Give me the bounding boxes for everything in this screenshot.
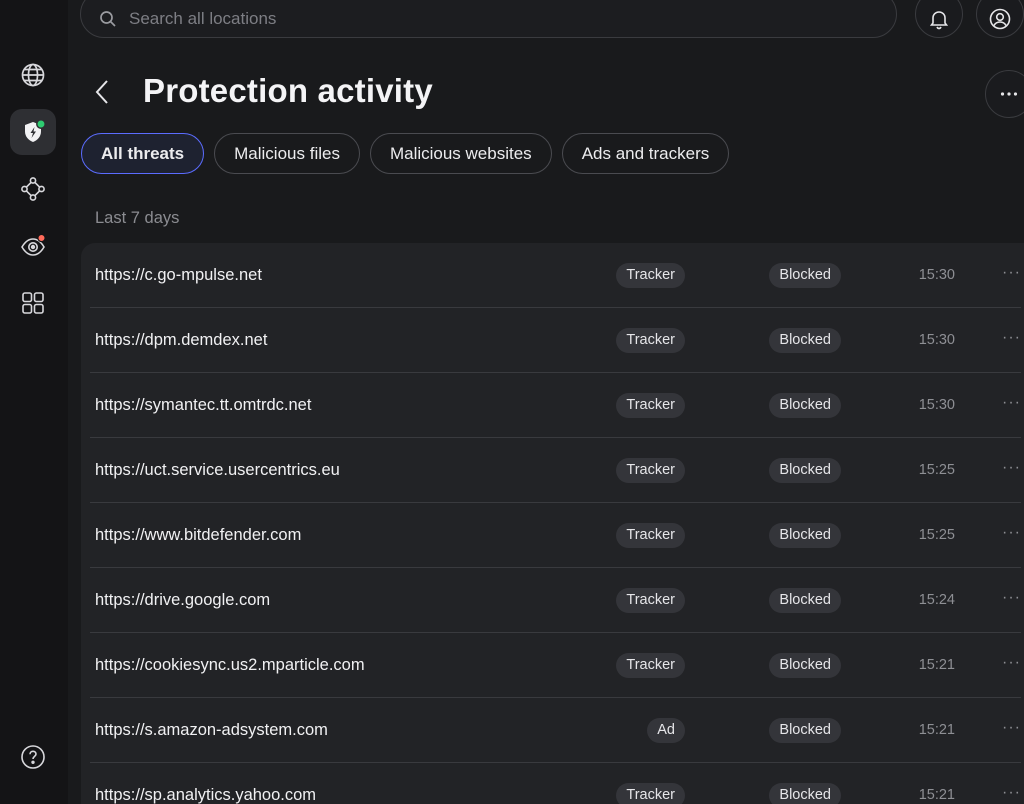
- threat-type-badge: Tracker: [616, 458, 685, 483]
- status-badge: Blocked: [769, 263, 841, 288]
- threat-type-badge: Tracker: [616, 783, 685, 804]
- status-badge: Blocked: [769, 393, 841, 418]
- list-item[interactable]: https://www.bitdefender.com Tracker Bloc…: [81, 503, 1024, 568]
- search-input[interactable]: [129, 9, 829, 29]
- page-title: Protection activity: [143, 72, 433, 109]
- threat-type-badge: Tracker: [616, 328, 685, 353]
- list-item-time: 15:21: [918, 657, 955, 673]
- activity-list: https://c.go-mpulse.net Tracker Blocked …: [81, 243, 1024, 804]
- list-item[interactable]: https://symantec.tt.omtrdc.net Tracker B…: [81, 373, 1024, 438]
- list-item-url: https://drive.google.com: [95, 591, 271, 609]
- sidebar: [0, 0, 68, 804]
- list-item[interactable]: https://drive.google.com Tracker Blocked…: [81, 568, 1024, 633]
- tab-ads-and-trackers[interactable]: Ads and trackers: [561, 133, 730, 174]
- list-item[interactable]: https://s.amazon-adsystem.com Ad Blocked…: [81, 698, 1024, 763]
- list-item-time: 15:30: [918, 267, 955, 283]
- row-more-options-icon[interactable]: ···: [1002, 568, 1021, 633]
- list-item-time: 15:30: [918, 397, 955, 413]
- list-item-url: https://www.bitdefender.com: [95, 526, 302, 544]
- bell-icon: [929, 11, 949, 30]
- list-item-url: https://s.amazon-adsystem.com: [95, 721, 328, 739]
- row-more-options-icon[interactable]: ···: [1002, 503, 1021, 568]
- filter-tabs: All threats Malicious files Malicious we…: [81, 133, 730, 174]
- tab-all-threats[interactable]: All threats: [81, 133, 205, 174]
- page-more-options-button[interactable]: [985, 70, 1024, 118]
- sidebar-item-network[interactable]: [10, 166, 56, 212]
- list-item[interactable]: https://sp.analytics.yahoo.com Tracker B…: [81, 763, 1024, 804]
- threat-type-badge: Tracker: [616, 653, 685, 678]
- threat-type-badge: Tracker: [616, 263, 685, 288]
- threat-type-badge: Tracker: [616, 523, 685, 548]
- row-more-options-icon[interactable]: ···: [1002, 438, 1021, 503]
- shield-icon: [25, 119, 46, 142]
- list-item-time: 15:21: [918, 722, 955, 738]
- list-item-url: https://c.go-mpulse.net: [95, 266, 262, 284]
- search-bar[interactable]: [80, 0, 897, 38]
- status-badge: Blocked: [769, 458, 841, 483]
- row-more-options-icon[interactable]: ···: [1002, 308, 1021, 373]
- list-item-url: https://symantec.tt.omtrdc.net: [95, 396, 312, 414]
- sidebar-item-protection[interactable]: [10, 109, 56, 155]
- search-icon: [100, 11, 116, 27]
- row-more-options-icon[interactable]: ···: [1002, 698, 1021, 763]
- status-badge: Blocked: [769, 718, 841, 743]
- user-avatar-icon: [989, 8, 1011, 30]
- list-item-time: 15:25: [918, 462, 955, 478]
- section-label: Last 7 days: [95, 209, 180, 227]
- list-item-url: https://dpm.demdex.net: [95, 331, 268, 349]
- status-badge: Blocked: [769, 523, 841, 548]
- status-badge: Blocked: [769, 588, 841, 613]
- eye-icon: [21, 233, 46, 256]
- back-button[interactable]: [88, 74, 116, 110]
- help-button[interactable]: [10, 734, 56, 780]
- list-item-url: https://sp.analytics.yahoo.com: [95, 786, 317, 804]
- tab-malicious-websites[interactable]: Malicious websites: [369, 133, 552, 174]
- notifications-button[interactable]: [915, 0, 963, 38]
- list-item[interactable]: https://cookiesync.us2.mparticle.com Tra…: [81, 633, 1024, 698]
- list-item[interactable]: https://uct.service.usercentrics.eu Trac…: [81, 438, 1024, 503]
- status-badge: Blocked: [769, 783, 841, 804]
- list-item-time: 15:24: [918, 592, 955, 608]
- sidebar-item-privacy[interactable]: [10, 52, 56, 98]
- account-button[interactable]: [976, 0, 1024, 38]
- sidebar-item-privacy-monitor[interactable]: [10, 223, 56, 269]
- threat-type-badge: Tracker: [616, 588, 685, 613]
- list-item-url: https://uct.service.usercentrics.eu: [95, 461, 340, 479]
- list-item[interactable]: https://c.go-mpulse.net Tracker Blocked …: [81, 243, 1024, 308]
- row-more-options-icon[interactable]: ···: [1002, 633, 1021, 698]
- threat-type-badge: Tracker: [616, 393, 685, 418]
- row-more-options-icon[interactable]: ···: [1002, 763, 1021, 804]
- status-badge: Blocked: [769, 328, 841, 353]
- more-horizontal-icon: [1000, 92, 1018, 96]
- tab-malicious-files[interactable]: Malicious files: [214, 133, 360, 174]
- sidebar-item-apps[interactable]: [10, 280, 56, 326]
- list-item-time: 15:21: [918, 787, 955, 803]
- row-more-options-icon[interactable]: ···: [1002, 373, 1021, 438]
- list-item-time: 15:25: [918, 527, 955, 543]
- apps-grid-icon: [22, 292, 44, 314]
- row-more-options-icon[interactable]: ···: [1002, 243, 1021, 308]
- globe-icon: [21, 63, 45, 87]
- threat-type-badge: Ad: [647, 718, 685, 743]
- list-item-url: https://cookiesync.us2.mparticle.com: [95, 656, 365, 674]
- list-item-time: 15:30: [918, 332, 955, 348]
- status-badge: Blocked: [769, 653, 841, 678]
- chevron-left-icon: [95, 80, 108, 104]
- help-icon: [21, 745, 45, 769]
- list-item[interactable]: https://dpm.demdex.net Tracker Blocked 1…: [81, 308, 1024, 373]
- network-icon: [21, 177, 45, 201]
